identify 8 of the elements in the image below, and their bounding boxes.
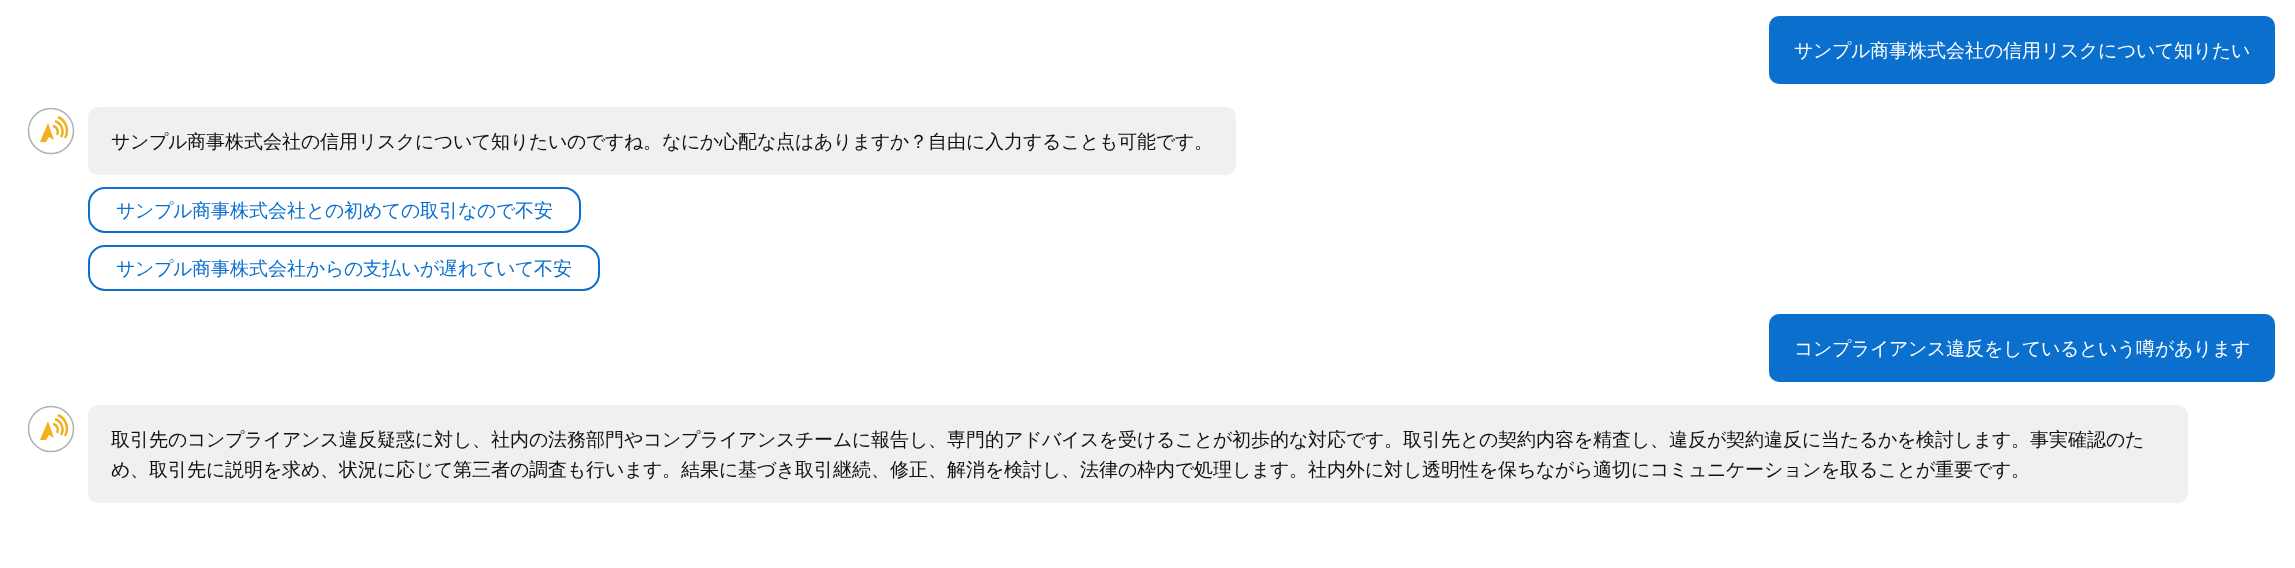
bot-message: 取引先のコンプライアンス違反疑惑に対し、社内の法務部門やコンプライアンスチームに報告し、専門的アドバイスを受けることが初歩的な対応です。取引先との契約内容を精査し、違反が契約違反に当たるかを検討します。事実確認のため、取引先に説明を求め、状況に応じて第三者の調査も行います。結果に基づき取引継続、修正、解消を検討し、法律の枠内で処理します。社内外に対し透明性を保ちながら適切にコミュニケーションを取ることが重要です。 [88, 405, 2188, 503]
bot-avatar-icon [27, 107, 75, 155]
user-message: コンプライアンス違反をしているという噂があります [1769, 314, 2275, 382]
user-message: サンプル商事株式会社の信用リスクについて知りたい [1769, 16, 2275, 84]
bot-message: サンプル商事株式会社の信用リスクについて知りたいのですね。なにか心配な点はありますか？自由に入力することも可能です。 [88, 107, 1236, 175]
suggestion-button[interactable]: サンプル商事株式会社からの支払いが遅れていて不安 [88, 245, 600, 291]
bot-avatar-icon [27, 405, 75, 453]
suggestion-button[interactable]: サンプル商事株式会社との初めての取引なので不安 [88, 187, 581, 233]
